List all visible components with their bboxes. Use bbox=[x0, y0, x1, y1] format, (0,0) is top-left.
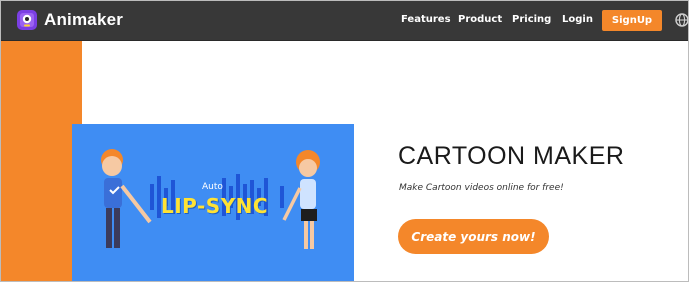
nav-product[interactable]: Product bbox=[458, 14, 502, 25]
girl-character bbox=[282, 150, 320, 249]
signup-button[interactable]: SignUp bbox=[602, 10, 662, 31]
top-navbar: Animaker Features Product Pricing Login … bbox=[1, 1, 688, 41]
hero-video-thumbnail[interactable]: Auto LIP-SYNC bbox=[72, 124, 354, 281]
nav-features[interactable]: Features bbox=[401, 14, 451, 25]
nav-login[interactable]: Login bbox=[562, 14, 593, 25]
create-now-button[interactable]: Create yours now! bbox=[398, 219, 549, 254]
page: Animaker Features Product Pricing Login … bbox=[0, 0, 689, 282]
globe-icon[interactable] bbox=[675, 13, 689, 27]
video-lipsync-text: LIP-SYNC bbox=[161, 194, 269, 218]
hero-subtitle: Make Cartoon videos online for free! bbox=[399, 183, 564, 193]
hero-title: CARTOON MAKER bbox=[398, 142, 625, 170]
logo-text: Animaker bbox=[44, 10, 124, 29]
video-auto-text: Auto bbox=[202, 182, 223, 192]
logo[interactable]: Animaker bbox=[15, 7, 123, 33]
animaker-logo-icon bbox=[17, 10, 37, 30]
nav-pricing[interactable]: Pricing bbox=[512, 14, 551, 25]
decorative-orange-bar bbox=[1, 41, 82, 281]
boy-character bbox=[101, 149, 152, 248]
